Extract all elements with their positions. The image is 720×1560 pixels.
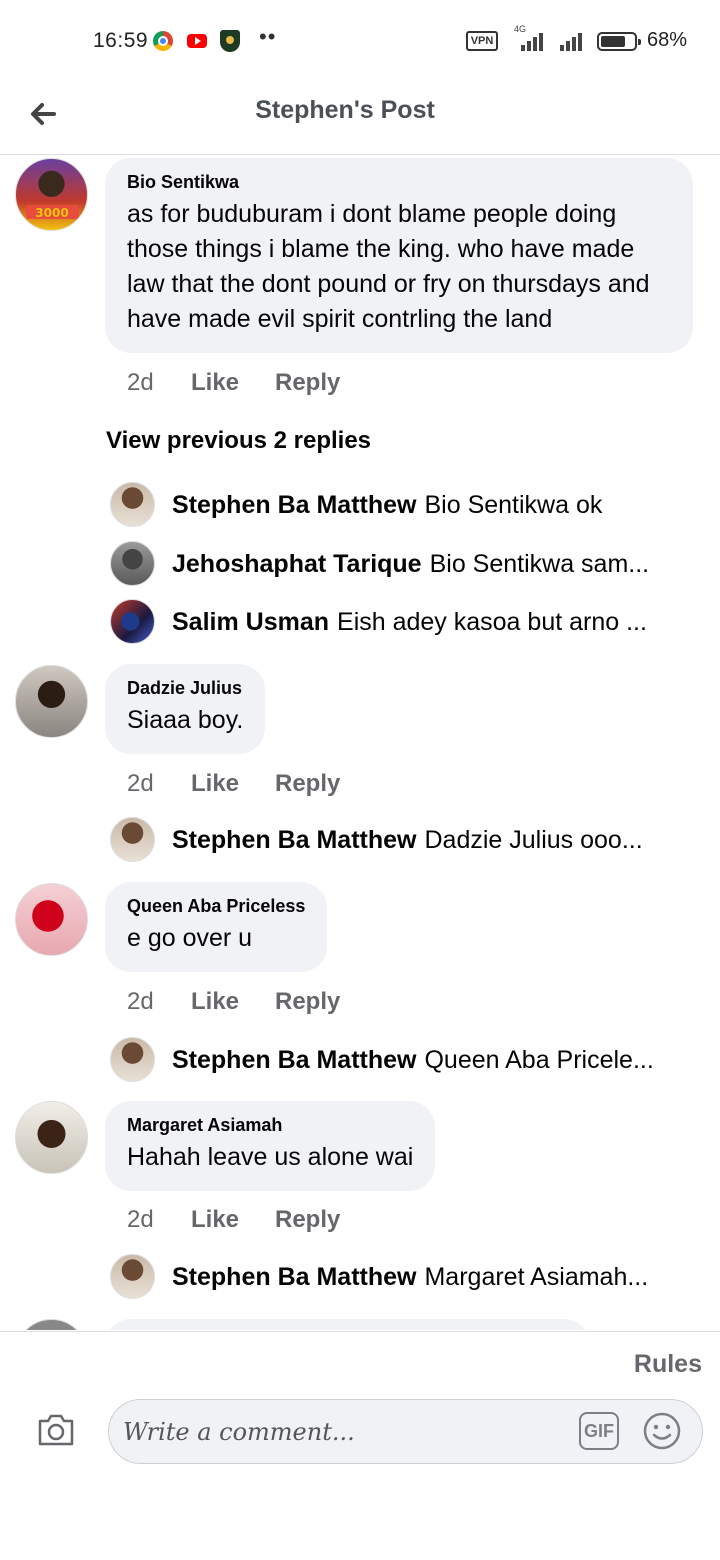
comment-author[interactable]: Bio Sentikwa xyxy=(127,172,671,193)
emoji-button[interactable] xyxy=(642,1411,682,1451)
avatar xyxy=(110,1037,155,1082)
vpn-badge: VPN xyxy=(466,31,498,51)
comment-text: e go over u xyxy=(127,924,253,952)
comment-text: Hahah leave us alone wai xyxy=(127,1143,414,1171)
battery-icon xyxy=(597,32,641,51)
reply-preview[interactable]: Stephen Ba Matthew Queen Aba Pricele... xyxy=(110,1037,710,1083)
reply-preview[interactable]: Stephen Ba Matthew Bio Sentikwa ok xyxy=(110,482,710,528)
comment-time: 2d xyxy=(127,770,154,797)
comment-author[interactable]: Dadzie Julius xyxy=(127,678,243,699)
reply-author: Stephen Ba Matthew xyxy=(172,826,417,854)
reply-author: Stephen Ba Matthew xyxy=(172,1263,417,1291)
comment-bubble[interactable]: Bio Sentikwa as for buduburam i dont bla… xyxy=(105,158,693,353)
avatar xyxy=(110,599,155,644)
camera-icon xyxy=(38,1414,74,1446)
signal-icon xyxy=(513,31,543,51)
like-button[interactable]: Like xyxy=(191,369,239,397)
comment-bubble[interactable]: Margaret Asiamah Hahah leave us alone wa… xyxy=(105,1101,436,1191)
avatar[interactable] xyxy=(15,665,88,738)
comment-text: Siaaa boy. xyxy=(127,706,244,734)
reply-preview[interactable]: Salim Usman Eish adey kasoa but arno ... xyxy=(110,599,710,645)
reply-text: Bio Sentikwa sam... xyxy=(429,550,650,578)
gif-button[interactable]: GIF xyxy=(579,1412,619,1450)
reply-text: Dadzie Julius ooo... xyxy=(424,826,643,854)
status-bar: 16:59 •• VPN 4G 68% xyxy=(0,0,720,80)
status-time: 16:59 xyxy=(93,29,149,52)
reply-preview[interactable]: Stephen Ba Matthew Margaret Asiamah... xyxy=(110,1254,710,1300)
camera-button[interactable] xyxy=(36,1412,76,1448)
reply-author: Jehoshaphat Tarique xyxy=(172,550,422,578)
page-title: Stephen's Post xyxy=(255,96,435,124)
more-dots-icon: •• xyxy=(259,24,277,49)
reply-text: Queen Aba Pricele... xyxy=(424,1046,654,1074)
reply-author: Salim Usman xyxy=(172,608,330,636)
reply-author: Stephen Ba Matthew xyxy=(172,1046,417,1074)
reply-author: Stephen Ba Matthew xyxy=(172,491,417,519)
avatar[interactable] xyxy=(15,1101,88,1174)
comment-author[interactable]: Queen Aba Priceless xyxy=(127,896,305,917)
chrome-icon xyxy=(153,31,173,51)
reply-button[interactable]: Reply xyxy=(275,770,340,798)
reply-text: Bio Sentikwa ok xyxy=(424,491,603,519)
comments-feed[interactable]: 3000 Bio Sentikwa as for buduburam i don… xyxy=(0,156,720,1330)
comment-text: as for buduburam i dont blame people doi… xyxy=(127,200,650,333)
reply-preview[interactable]: Stephen Ba Matthew Dadzie Julius ooo... xyxy=(110,817,710,863)
signal-icon xyxy=(558,31,588,51)
comment-composer: Rules GIF xyxy=(0,1331,720,1560)
youtube-icon xyxy=(187,34,207,48)
avatar xyxy=(110,482,155,527)
reply-button[interactable]: Reply xyxy=(275,1206,340,1234)
like-button[interactable]: Like xyxy=(191,988,239,1016)
post-header: Stephen's Post xyxy=(0,80,720,155)
reply-text: Margaret Asiamah... xyxy=(424,1263,649,1291)
svg-text:3000: 3000 xyxy=(35,206,68,220)
comment-time: 2d xyxy=(127,369,154,396)
battery-percent: 68% xyxy=(647,29,688,51)
comment-author[interactable]: Margaret Asiamah xyxy=(127,1115,413,1136)
like-button[interactable]: Like xyxy=(191,1206,239,1234)
view-previous-replies-link[interactable]: View previous 2 replies xyxy=(106,427,371,455)
reply-preview[interactable]: Jehoshaphat Tarique Bio Sentikwa sam... xyxy=(110,541,710,587)
avatar[interactable]: 3000 xyxy=(15,158,88,231)
avatar xyxy=(110,1254,155,1299)
comment-bubble[interactable]: Queen Aba Priceless e go over u xyxy=(105,882,328,972)
reply-button[interactable]: Reply xyxy=(275,369,340,397)
comment-input-box[interactable]: GIF xyxy=(108,1399,703,1464)
reply-text: Eish adey kasoa but arno ... xyxy=(337,608,647,636)
reply-button[interactable]: Reply xyxy=(275,988,340,1016)
avatar[interactable] xyxy=(15,883,88,956)
comment-bubble[interactable]: Dadzie Julius Siaaa boy. xyxy=(105,664,266,754)
comment-bubble xyxy=(105,1319,590,1330)
like-button[interactable]: Like xyxy=(191,770,239,798)
rules-link[interactable]: Rules xyxy=(634,1350,702,1379)
comment-time: 2d xyxy=(127,988,154,1015)
comment-input[interactable] xyxy=(123,1410,563,1454)
shield-app-icon xyxy=(220,30,240,52)
comment-time: 2d xyxy=(127,1206,154,1233)
avatar-image: 3000 xyxy=(26,205,79,220)
avatar xyxy=(110,541,155,586)
avatar xyxy=(110,817,155,862)
avatar xyxy=(15,1319,88,1330)
smiley-icon xyxy=(643,1412,681,1450)
